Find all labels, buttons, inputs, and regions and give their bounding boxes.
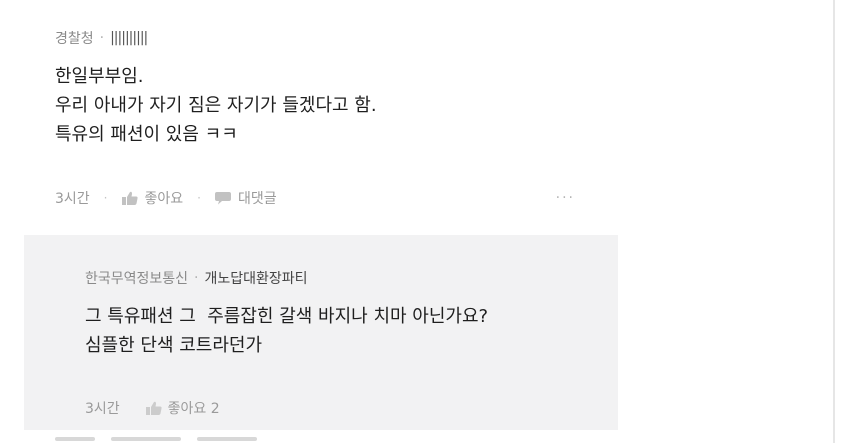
comment-body: 한일부부임. 우리 아내가 자기 짐은 자기가 들겠다고 함. 특유의 패션이 … xyxy=(55,62,615,149)
thumbs-up-icon xyxy=(145,401,162,415)
reply-button[interactable]: 대댓글 xyxy=(214,188,277,208)
like-button[interactable]: 좋아요 xyxy=(121,188,184,208)
reply-label: 대댓글 xyxy=(237,191,277,207)
meta-separator: · xyxy=(99,30,105,46)
action-separator: · xyxy=(103,191,108,205)
comment-handle[interactable]: |||||||||| xyxy=(110,30,148,46)
comment-time: 3시간 xyxy=(55,191,90,207)
comment-thread: 경찰청 · |||||||||| 한일부부임. 우리 아내가 자기 짐은 자기가… xyxy=(0,0,850,443)
reply-handle[interactable]: 개노답대환장파티 xyxy=(205,268,308,288)
reply-author[interactable]: 한국무역정보통신 xyxy=(85,268,188,288)
comment-line: 특유의 패션이 있음 ㅋㅋ xyxy=(55,124,238,145)
reply-time: 3시간 xyxy=(85,401,120,417)
speech-bubble-icon xyxy=(214,192,231,205)
reply-line: 심플한 단색 코트라던가 xyxy=(85,335,263,356)
comment-author[interactable]: 경찰청 xyxy=(55,28,94,48)
reply-like-button[interactable]: 좋아요 2 xyxy=(145,398,220,418)
thumbs-up-icon xyxy=(121,191,138,205)
reply-card: 한국무역정보통신 · 개노답대환장파티 그 특유패션 그 주름잡힌 갈색 바지나… xyxy=(24,235,618,430)
cut-text-fragment xyxy=(111,437,181,441)
next-comment-partial xyxy=(55,437,295,443)
comment-line: 우리 아내가 자기 짐은 자기가 들겠다고 함. xyxy=(55,95,377,116)
comment-meta: 경찰청 · |||||||||| xyxy=(55,28,615,48)
reply-body: 그 특유패션 그 주름잡힌 갈색 바지나 치마 아닌가요? 심플한 단색 코트라… xyxy=(85,302,605,360)
cut-text-fragment xyxy=(55,437,95,441)
action-separator: · xyxy=(197,191,201,205)
comment-actions: 3시간 · 좋아요 · 대댓글 ··· xyxy=(55,186,575,210)
reply-like-label: 좋아요 2 xyxy=(167,401,220,417)
reply-actions: 3시간 좋아요 2 xyxy=(85,398,220,418)
cut-text-fragment xyxy=(197,437,257,441)
comment-line: 한일부부임. xyxy=(55,66,144,87)
more-options-button[interactable]: ··· xyxy=(556,190,575,206)
reply: 한국무역정보통신 · 개노답대환장파티 그 특유패션 그 주름잡힌 갈색 바지나… xyxy=(85,268,605,360)
right-divider xyxy=(833,0,835,443)
reply-meta: 한국무역정보통신 · 개노답대환장파티 xyxy=(85,268,605,288)
reply-line: 그 특유패션 그 주름잡힌 갈색 바지나 치마 아닌가요? xyxy=(85,306,489,327)
like-label: 좋아요 xyxy=(144,191,184,207)
meta-separator: · xyxy=(194,270,199,286)
comment: 경찰청 · |||||||||| 한일부부임. 우리 아내가 자기 짐은 자기가… xyxy=(55,28,615,149)
